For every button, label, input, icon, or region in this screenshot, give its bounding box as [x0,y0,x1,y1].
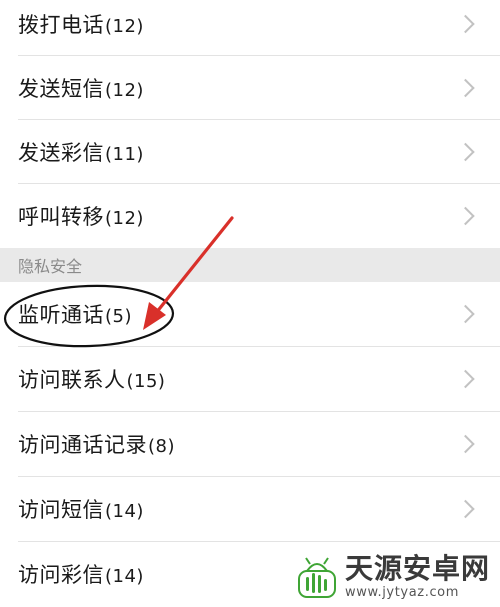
list-item-read-sms[interactable]: 访问短信(14) [0,477,500,541]
watermark-url: www.jytyaz.com [344,585,460,600]
section-title: 隐私安全 [18,257,83,276]
chevron-right-icon [456,14,475,34]
list-item-label: 发送彩信(11) [18,141,144,165]
list-item-label: 访问短信(14) [18,498,144,522]
list-item-mms[interactable]: 发送彩信(11) [0,120,500,184]
list-item-label: 访问彩信(14) [18,563,144,587]
android-logo-icon [297,557,336,598]
watermark: 天源安卓网 www.jytyaz.com [297,555,490,599]
chevron-right-icon [456,206,475,226]
list-item-sms[interactable]: 发送短信(12) [0,56,500,120]
list-item-contacts[interactable]: 访问联系人(15) [0,347,500,411]
list-item-label: 发送短信(12) [18,77,144,101]
list-item-call-forward[interactable]: 呼叫转移(12) [0,184,500,248]
list-item-label: 访问通话记录(8) [18,433,175,457]
chevron-right-icon [456,499,475,519]
list-item-label: 监听通话(5) [18,303,132,327]
chevron-right-icon [456,142,475,162]
chevron-right-icon [456,304,475,324]
list-item-label: 访问联系人(15) [18,368,166,392]
chevron-right-icon [456,78,475,98]
list-item-label: 拨打电话(12) [18,13,144,37]
list-item-label: 呼叫转移(12) [18,205,144,229]
list-item-call[interactable]: 拨打电话(12) [0,0,500,56]
section-header-privacy: 隐私安全 [0,248,500,282]
chevron-right-icon [456,369,475,389]
watermark-title: 天源安卓网 [344,552,490,585]
list-item-listen-calls[interactable]: 监听通话(5) [0,282,500,346]
chevron-right-icon [456,434,475,454]
list-item-call-log[interactable]: 访问通话记录(8) [0,412,500,476]
